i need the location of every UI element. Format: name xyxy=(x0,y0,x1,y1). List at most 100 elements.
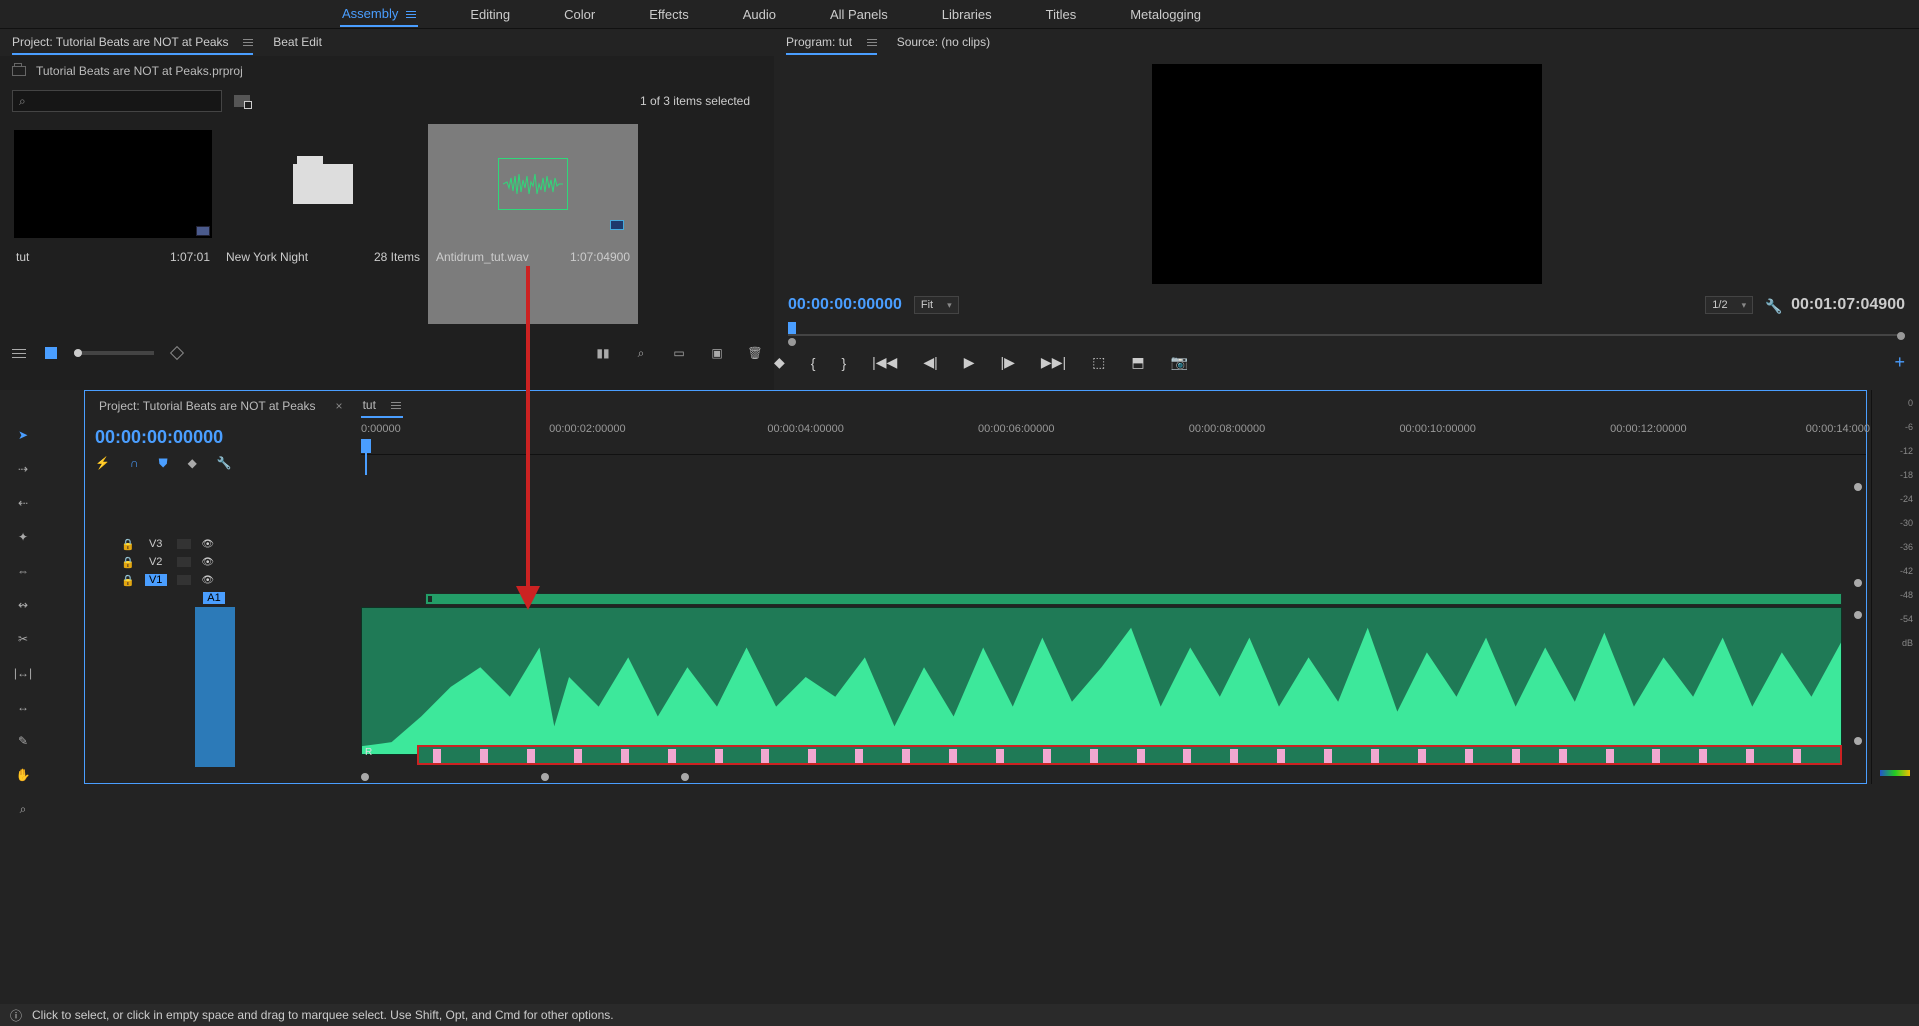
horizontal-scrollbar[interactable] xyxy=(361,773,1842,785)
track-a1-header[interactable]: A1 xyxy=(85,589,361,607)
program-scrubber[interactable] xyxy=(788,322,1905,340)
beat-markers-bar[interactable] xyxy=(417,745,1842,765)
razor-icon[interactable]: ✂ xyxy=(12,628,34,650)
project-item-bin[interactable]: New York Night 28 Items xyxy=(218,124,428,324)
resolution-dropdown[interactable]: 1/2 xyxy=(1705,296,1753,314)
vzoom-marker[interactable] xyxy=(1854,737,1862,745)
add-marker-tl-icon[interactable]: ⛊ xyxy=(159,456,168,471)
add-marker-icon[interactable]: ◆ xyxy=(774,354,785,371)
export-frame-icon[interactable]: 📷 xyxy=(1171,354,1188,371)
video-clip[interactable] xyxy=(425,593,1842,605)
vzoom-marker[interactable] xyxy=(1854,611,1862,619)
close-tab-icon[interactable]: × xyxy=(336,399,343,413)
timeline-settings-icon[interactable]: 🔧 xyxy=(217,456,232,471)
scroll-handle-left-icon[interactable] xyxy=(361,773,369,781)
pen-icon[interactable]: ✎ xyxy=(12,730,34,752)
a1-track-body[interactable] xyxy=(195,607,235,767)
track-select-back-icon[interactable]: ⇠ xyxy=(12,492,34,514)
program-timecode[interactable]: 00:00:00:00000 xyxy=(788,296,902,314)
scroll-handle-center-icon[interactable] xyxy=(541,773,549,781)
slide-icon[interactable]: ↔ xyxy=(12,696,34,718)
selection-tool-icon[interactable]: ➤ xyxy=(12,424,34,446)
workspace-effects[interactable]: Effects xyxy=(647,3,691,26)
delete-icon[interactable]: 🗑 xyxy=(746,344,764,362)
workspace-color[interactable]: Color xyxy=(562,3,597,26)
rolling-edit-icon[interactable]: ⇔ xyxy=(12,560,34,582)
automate-to-sequence-icon[interactable]: ▮▮ xyxy=(594,344,612,362)
eye-icon[interactable]: 👁 xyxy=(201,575,215,585)
program-panel: Program: tut Source: (no clips) 00:00:00… xyxy=(774,28,1919,390)
find-icon[interactable]: ⌕ xyxy=(632,344,650,362)
linked-selection-icon[interactable]: ∩ xyxy=(130,456,139,471)
new-item-icon[interactable]: ▣ xyxy=(708,344,726,362)
fit-dropdown[interactable]: Fit xyxy=(914,296,959,314)
sort-icon[interactable] xyxy=(168,344,186,362)
timeline-tab-project[interactable]: Project: Tutorial Beats are NOT at Peaks xyxy=(97,395,318,417)
ripple-edit-icon[interactable]: ✦ xyxy=(12,526,34,548)
zoom-icon[interactable]: ⌕ xyxy=(12,798,34,820)
bin-back-icon[interactable] xyxy=(12,66,26,76)
timeline-tab-sequence[interactable]: tut xyxy=(361,394,403,418)
sequence-badge-icon xyxy=(196,226,210,236)
lock-icon[interactable]: 🔒 xyxy=(121,538,135,551)
step-back-icon[interactable]: ◀| xyxy=(923,354,937,371)
new-bin-icon[interactable] xyxy=(234,95,250,107)
program-monitor[interactable] xyxy=(1152,64,1542,284)
project-item-audio[interactable]: Antidrum_tut.wav 1:07:04900 xyxy=(428,124,638,324)
vzoom-marker[interactable] xyxy=(1854,483,1862,491)
play-icon[interactable]: ▶ xyxy=(964,354,975,371)
item-name: New York Night xyxy=(226,250,308,264)
timeline-timecode[interactable]: 00:00:00:00000 xyxy=(95,425,351,456)
settings-wrench-icon[interactable]: 🔧 xyxy=(1765,298,1779,312)
track-toggle[interactable] xyxy=(177,557,191,567)
thumbnail-view-icon[interactable] xyxy=(42,344,60,362)
thumbnail-zoom-slider[interactable] xyxy=(74,351,154,355)
snap-icon[interactable]: ⚡ xyxy=(95,456,110,471)
workspace-assembly[interactable]: Assembly xyxy=(340,2,418,27)
extract-icon[interactable]: ⬒ xyxy=(1131,354,1144,371)
track-v1-header[interactable]: 🔒V1👁 xyxy=(85,571,361,589)
workspace-audio[interactable]: Audio xyxy=(741,3,778,26)
timeline-marker-icon[interactable]: ◆ xyxy=(188,456,197,471)
workspace-editing[interactable]: Editing xyxy=(468,3,512,26)
eye-icon[interactable]: 👁 xyxy=(201,539,215,549)
timeline-playhead[interactable] xyxy=(361,439,371,453)
new-bin-button-icon[interactable]: ▭ xyxy=(670,344,688,362)
tab-source[interactable]: Source: (no clips) xyxy=(897,31,990,55)
go-to-in-icon[interactable]: |◀◀ xyxy=(872,354,897,371)
step-fwd-icon[interactable]: |▶ xyxy=(1001,354,1015,371)
search-input[interactable]: ⌕ xyxy=(12,90,222,112)
track-select-fwd-icon[interactable]: ⇢ xyxy=(12,458,34,480)
tab-beat-edit[interactable]: Beat Edit xyxy=(273,31,322,55)
project-item-sequence[interactable]: tut 1:07:01 xyxy=(8,124,218,324)
hand-icon[interactable]: ✋ xyxy=(12,764,34,786)
button-editor-icon[interactable]: + xyxy=(1894,352,1905,373)
workspace-metalogging[interactable]: Metalogging xyxy=(1128,3,1203,26)
slip-icon[interactable]: |↔| xyxy=(12,662,34,684)
workspace-allpanels[interactable]: All Panels xyxy=(828,3,890,26)
tracks-area[interactable]: R xyxy=(361,475,1842,783)
program-playhead[interactable] xyxy=(788,322,796,334)
workspace-libraries[interactable]: Libraries xyxy=(940,3,994,26)
tab-project[interactable]: Project: Tutorial Beats are NOT at Peaks xyxy=(12,31,253,55)
time-ruler[interactable]: 0:00000 00:00:02:00000 00:00:04:00000 00… xyxy=(361,421,1866,455)
vzoom-marker[interactable] xyxy=(1854,579,1862,587)
track-headers: 🔒V3👁 🔒V2👁 🔒V1👁 A1 xyxy=(85,475,361,783)
list-view-icon[interactable] xyxy=(10,344,28,362)
go-to-out-icon[interactable]: ▶▶| xyxy=(1041,354,1066,371)
tab-program[interactable]: Program: tut xyxy=(786,31,877,55)
mark-out-icon[interactable]: } xyxy=(841,355,846,371)
workspace-titles[interactable]: Titles xyxy=(1044,3,1079,26)
mark-in-icon[interactable]: { xyxy=(811,355,816,371)
eye-icon[interactable]: 👁 xyxy=(201,557,215,567)
track-toggle[interactable] xyxy=(177,575,191,585)
track-v2-header[interactable]: 🔒V2👁 xyxy=(85,553,361,571)
lock-icon[interactable]: 🔒 xyxy=(121,574,135,587)
rate-stretch-icon[interactable]: ↭ xyxy=(12,594,34,616)
audio-clip[interactable] xyxy=(361,607,1842,755)
scroll-handle-right-icon[interactable] xyxy=(681,773,689,781)
track-toggle[interactable] xyxy=(177,539,191,549)
track-v3-header[interactable]: 🔒V3👁 xyxy=(85,535,361,553)
lift-icon[interactable]: ⬚ xyxy=(1092,354,1105,371)
lock-icon[interactable]: 🔒 xyxy=(121,556,135,569)
